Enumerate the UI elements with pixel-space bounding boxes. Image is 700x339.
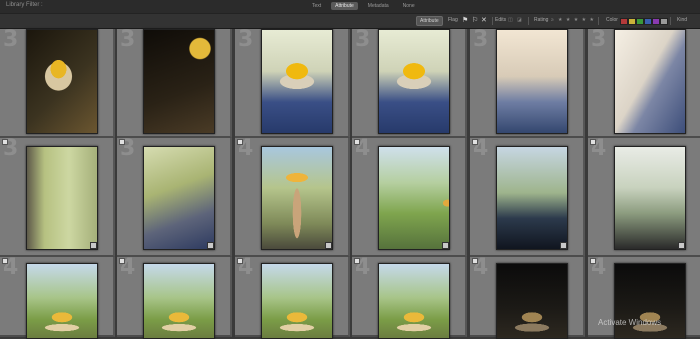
filter-tabs: Text Attribute Metadata None xyxy=(308,2,419,10)
grid-cell[interactable]: 3 xyxy=(117,138,232,257)
grid-cell[interactable]: 4 xyxy=(588,138,700,257)
attribute-label: Attribute xyxy=(416,16,443,26)
photo-thumbnail[interactable] xyxy=(378,146,450,250)
edited-badge-icon xyxy=(207,242,214,249)
thumbnail-grid: 333333334444444444 xyxy=(0,29,700,339)
photo-thumbnail[interactable] xyxy=(261,263,333,339)
grid-cell[interactable]: 4 xyxy=(0,257,115,339)
grid-cell[interactable]: 4 xyxy=(117,257,232,339)
color-swatch-red[interactable] xyxy=(620,18,628,25)
grid-cell[interactable]: 4 xyxy=(352,138,467,257)
photo-thumbnail[interactable] xyxy=(143,263,215,339)
photo-thumbnail[interactable] xyxy=(378,29,450,134)
selection-checkbox-icon[interactable] xyxy=(119,139,125,145)
grid-cell[interactable]: 3 xyxy=(0,138,115,257)
selection-checkbox-icon[interactable] xyxy=(354,258,360,264)
selection-checkbox-icon[interactable] xyxy=(237,258,243,264)
photo-thumbnail[interactable] xyxy=(26,29,98,134)
photo-thumbnail[interactable] xyxy=(143,29,215,134)
selection-checkbox-icon[interactable] xyxy=(354,139,360,145)
rating-stars[interactable]: ★ ★ ★ ★ ★ xyxy=(558,17,595,23)
edited-badge-icon xyxy=(90,242,97,249)
edited-badge-icon xyxy=(442,242,449,249)
color-swatch-other[interactable] xyxy=(660,18,668,25)
photo-thumbnail[interactable] xyxy=(143,146,215,250)
separator xyxy=(598,17,599,25)
separator xyxy=(492,17,493,25)
grid-cell[interactable]: 4 xyxy=(470,257,585,339)
rating-comparison-icon[interactable]: ≥ xyxy=(551,17,554,23)
cell-index-number: 3 xyxy=(355,27,371,52)
cell-index-number: 3 xyxy=(120,27,136,52)
selection-checkbox-icon[interactable] xyxy=(119,258,125,264)
photo-thumbnail[interactable] xyxy=(614,146,686,250)
grid-cell[interactable]: 4 xyxy=(352,257,467,339)
kind-label: Kind xyxy=(677,17,688,23)
rating-label: Rating xyxy=(534,17,549,23)
rejected-flag-icon[interactable]: ✕ xyxy=(481,17,489,25)
selection-checkbox-icon[interactable] xyxy=(590,258,596,264)
selection-checkbox-icon[interactable] xyxy=(2,139,8,145)
cell-index-number: 3 xyxy=(591,27,607,52)
unedited-filter-icon[interactable]: ◪ xyxy=(517,17,522,23)
cell-index-number: 3 xyxy=(238,27,254,52)
library-filter-title: Library Filter : xyxy=(6,2,43,8)
photo-thumbnail[interactable] xyxy=(496,29,568,134)
grid-cell[interactable]: 4 xyxy=(470,138,585,257)
cell-index-number: 3 xyxy=(473,27,489,52)
photo-thumbnail[interactable] xyxy=(496,263,568,339)
color-swatch-purple[interactable] xyxy=(652,18,660,25)
flag-label: Flag xyxy=(448,17,458,23)
photo-thumbnail[interactable] xyxy=(26,146,98,250)
photo-thumbnail[interactable] xyxy=(614,263,686,339)
edited-badge-icon xyxy=(560,242,567,249)
tab-none[interactable]: None xyxy=(399,2,419,10)
grid-cell[interactable]: 3 xyxy=(117,29,232,138)
tab-metadata[interactable]: Metadata xyxy=(364,2,393,10)
tab-attribute[interactable]: Attribute xyxy=(331,2,358,10)
grid-cell[interactable]: 3 xyxy=(0,29,115,138)
photo-thumbnail[interactable] xyxy=(614,29,686,134)
grid-cell[interactable]: 3 xyxy=(588,29,700,138)
selection-checkbox-icon[interactable] xyxy=(472,139,478,145)
selection-checkbox-icon[interactable] xyxy=(472,258,478,264)
separator xyxy=(670,17,671,25)
library-filter-bar: Library Filter : Text Attribute Metadata… xyxy=(0,0,700,29)
grid-cell[interactable]: 4 xyxy=(235,257,350,339)
cell-index-number: 3 xyxy=(3,27,19,52)
grid-cell[interactable]: 3 xyxy=(235,29,350,138)
photo-thumbnail[interactable] xyxy=(26,263,98,339)
grid-cell[interactable]: 3 xyxy=(470,29,585,138)
photo-thumbnail[interactable] xyxy=(261,29,333,134)
unflagged-icon[interactable]: ⚐ xyxy=(472,17,480,25)
attribute-filter-row: Attribute Flag ⚑ ⚐ ✕ Edits ◫ ◪ Rating ≥ … xyxy=(0,13,700,28)
selection-checkbox-icon[interactable] xyxy=(590,139,596,145)
edits-label: Edits xyxy=(495,17,507,23)
separator xyxy=(528,17,529,25)
edited-badge-icon xyxy=(678,242,685,249)
color-swatch-blue[interactable] xyxy=(644,18,652,25)
tab-text[interactable]: Text xyxy=(308,2,325,10)
photo-thumbnail[interactable] xyxy=(261,146,333,250)
activate-windows-watermark: Activate Windows xyxy=(598,318,662,327)
selection-checkbox-icon[interactable] xyxy=(237,139,243,145)
color-swatch-yellow[interactable] xyxy=(628,18,636,25)
color-label: Color xyxy=(606,17,618,23)
grid-cell[interactable]: 4 xyxy=(235,138,350,257)
color-swatch-green[interactable] xyxy=(636,18,644,25)
edited-filter-icon[interactable]: ◫ xyxy=(508,17,513,23)
photo-thumbnail[interactable] xyxy=(378,263,450,339)
pick-flag-icon[interactable]: ⚑ xyxy=(462,17,470,25)
grid-cell[interactable]: 3 xyxy=(352,29,467,138)
edited-badge-icon xyxy=(325,242,332,249)
selection-checkbox-icon[interactable] xyxy=(2,258,8,264)
photo-thumbnail[interactable] xyxy=(496,146,568,250)
